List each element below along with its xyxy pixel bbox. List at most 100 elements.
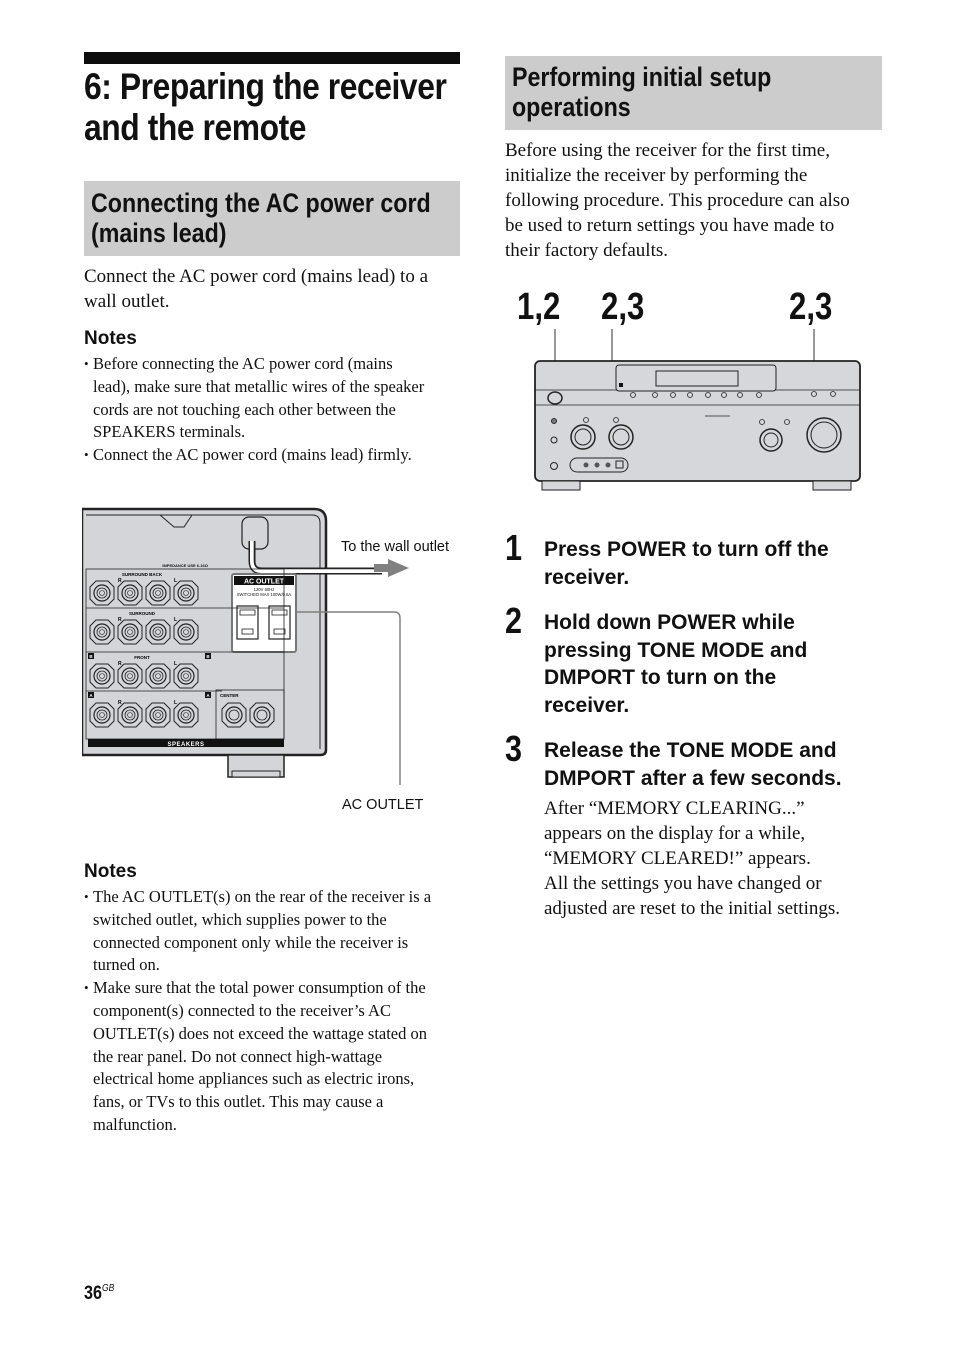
setup-intro: Before using the receiver for the first … — [505, 138, 895, 263]
step-line: Press POWER to turn off the — [544, 538, 829, 561]
phones-jack — [550, 462, 558, 470]
panel-button — [613, 417, 619, 423]
arrow-to-wall — [388, 559, 409, 577]
receiver-foot — [812, 480, 852, 491]
chapter-title: 6: Preparing the receiver and the remote — [84, 66, 447, 148]
page-number: 36GB — [84, 1283, 114, 1305]
section-title-line2: (mains lead) — [91, 218, 227, 248]
note-line: the rear panel. Do not connect high-watt… — [93, 1046, 383, 1066]
step-number: 3 — [505, 728, 523, 769]
panel-button — [670, 392, 676, 398]
label-ac-outlet: AC OUTLET — [342, 797, 424, 813]
notes-heading: Notes — [84, 328, 137, 349]
arrow-shaft — [374, 564, 390, 572]
impedance-label: IMPEDANCE USE 6-16Ω — [162, 563, 208, 568]
ac-outlet-spec: SWITCHED MAX 100W/0.8A — [237, 592, 292, 597]
step-line: Release the TONE MODE and — [544, 739, 837, 762]
channel-label: L — [174, 617, 177, 623]
intro-line: their factory defaults. — [505, 240, 669, 261]
step-detail-line: After “MEMORY CLEARING...” — [544, 798, 805, 819]
section-title-line1: Connecting the AC power cord — [91, 188, 431, 218]
step-detail-line: “MEMORY CLEARED!” appears. — [544, 848, 811, 869]
intro-line: Before using the receiver for the first … — [505, 140, 830, 161]
step-number: 1 — [505, 527, 523, 568]
step-line: pressing TONE MODE and — [544, 638, 808, 662]
step-instruction: Release the TONE MODE and DMPORT after a … — [544, 737, 884, 792]
step-line: receiver. — [544, 565, 630, 589]
note-line: Make sure that the total power consumpti… — [93, 978, 426, 998]
step-detail-line: All the settings you have changed or — [544, 873, 822, 894]
page-number-value: 36 — [84, 1283, 102, 1304]
note-line: Before connecting the AC power cord (mai… — [93, 354, 393, 373]
panel-button — [756, 392, 762, 398]
front-panel-figure — [534, 329, 861, 491]
power-button — [547, 391, 563, 405]
intro-text: Connect the AC power cord (mains lead) t… — [84, 264, 474, 314]
step-detail: After “MEMORY CLEARING...” appears on the… — [544, 796, 894, 921]
note-line: turned on. — [93, 955, 160, 975]
auto-cal-mic — [551, 418, 557, 424]
channel-label: R — [118, 700, 122, 706]
panel-button — [687, 392, 693, 398]
intro-line: Connect the AC power cord (mains lead) t… — [84, 266, 429, 287]
terminal-group-label: CENTER — [220, 693, 239, 698]
panel-button — [759, 419, 765, 425]
panel-button — [705, 392, 711, 398]
note-line: component(s) connected to the receiver’s… — [93, 1000, 391, 1020]
chapter-rule — [84, 52, 460, 64]
panel-button — [583, 417, 589, 423]
note-line: The AC OUTLET(s) on the rear of the rece… — [93, 887, 432, 906]
step-instruction: Press POWER to turn off the receiver. — [544, 536, 884, 591]
speakers-label: SPEAKERS — [167, 742, 204, 748]
note-line: cords are not touching each other betwee… — [93, 399, 396, 419]
note-item: Make sure that the total power consumpti… — [84, 977, 474, 1137]
channel-label: R — [118, 578, 122, 584]
step-instruction: Hold down POWER while pressing TONE MODE … — [544, 609, 884, 719]
step-line: receiver. — [544, 693, 630, 717]
note-item: The AC OUTLET(s) on the rear of the rece… — [84, 886, 474, 977]
channel-label: L — [174, 661, 177, 667]
intro-line: following procedure. This procedure can … — [505, 190, 850, 211]
page-number-suffix: GB — [101, 1283, 115, 1294]
channel-label: R — [118, 661, 122, 667]
note-line: OUTLET(s) does not exceed the wattage st… — [93, 1023, 428, 1043]
channel-label: R — [118, 617, 122, 623]
intro-line: initialize the receiver by performing th… — [505, 165, 808, 186]
step-line: DMPORT to turn on the — [544, 666, 777, 689]
note-line: SPEAKERS terminals. — [93, 422, 246, 442]
panel-button — [630, 392, 636, 398]
intro-line: wall outlet. — [84, 291, 170, 312]
note-line: Connect the AC power cord (mains lead) f… — [93, 445, 412, 465]
step-detail-line: appears on the display for a while, — [544, 823, 806, 844]
panel-button — [737, 392, 743, 398]
notes-list-2: The AC OUTLET(s) on the rear of the rece… — [84, 886, 474, 1137]
step-detail-line: adjusted are reset to the initial settin… — [544, 898, 841, 919]
panel-button — [784, 419, 790, 425]
callout-dmport: 2,3 — [789, 286, 833, 328]
callout-tone-mode: 2,3 — [601, 286, 645, 328]
terminal-group-label: FRONT — [134, 655, 150, 660]
step-line: Hold down POWER while — [544, 611, 795, 634]
label-to-wall-outlet: To the wall outlet — [341, 539, 450, 555]
step-number: 2 — [505, 600, 523, 641]
note-line: switched outlet, which supplies power to… — [93, 909, 387, 929]
terminal-group-label: SURROUND — [129, 611, 156, 616]
panel-button — [652, 392, 658, 398]
ac-outlet-title: AC OUTLET — [244, 579, 285, 586]
intro-line: be used to return settings you have made… — [505, 215, 835, 236]
panel-button — [830, 391, 836, 397]
step-line: DMPORT after a few seconds. — [544, 766, 842, 790]
speakers-button — [550, 436, 558, 444]
note-line: connected component only while the recei… — [93, 932, 409, 952]
panel-button — [721, 392, 727, 398]
receiver-foot — [541, 480, 581, 491]
note-line: malfunction. — [93, 1114, 177, 1134]
note-line: lead), make sure that metallic wires of … — [93, 376, 425, 396]
section-title-line1: Performing initial setup — [512, 62, 772, 92]
channel-label: L — [174, 578, 177, 584]
note-item: Before connecting the AC power cord (mai… — [84, 353, 474, 444]
section-title-line2: operations — [512, 92, 631, 122]
notes-list: Before connecting the AC power cord (mai… — [84, 353, 474, 467]
notes-heading-2: Notes — [84, 861, 137, 882]
panel-button — [811, 391, 817, 397]
